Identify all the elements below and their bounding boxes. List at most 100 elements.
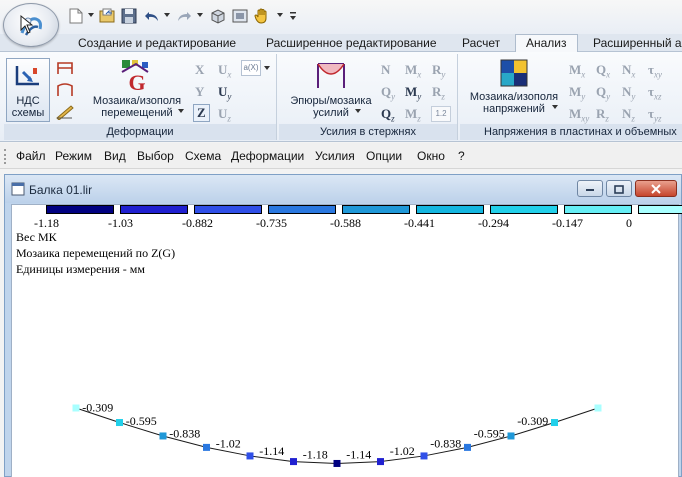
beam-node[interactable] bbox=[333, 459, 341, 467]
force-mz-button[interactable]: Mz bbox=[405, 106, 421, 124]
stress-txy-button[interactable]: τxy bbox=[648, 62, 662, 80]
open-file-icon[interactable] bbox=[98, 7, 116, 25]
menu-mode[interactable]: Режим bbox=[55, 149, 92, 163]
ruler-pencil-icon[interactable] bbox=[56, 104, 74, 123]
undo-icon[interactable] bbox=[143, 7, 161, 25]
deformed-beam: -0.309 -0.595 -0.838 -1.02 -1.14 -1.18 -1.14 -1… bbox=[72, 400, 602, 467]
force-epure-label-line1: Эпюры/мозаика bbox=[290, 95, 372, 107]
stress-my-button[interactable]: My bbox=[569, 84, 585, 102]
tab-calculation[interactable]: Расчет bbox=[462, 35, 500, 52]
tab-analysis[interactable]: Анализ bbox=[515, 34, 578, 53]
rotation-uz-button[interactable]: Uz bbox=[218, 106, 231, 124]
menu-scheme[interactable]: Схема bbox=[185, 149, 221, 163]
svg-text:G: G bbox=[128, 70, 145, 92]
stress-qx-button[interactable]: Qx bbox=[596, 62, 610, 80]
close-button[interactable] bbox=[635, 180, 677, 197]
stress-mosaic-label-line1: Мозаика/изополя bbox=[469, 91, 559, 103]
stress-txz-button[interactable]: τxz bbox=[648, 84, 662, 102]
tab-advanced-edit[interactable]: Расширенное редактирование bbox=[266, 35, 437, 52]
stress-mosaic-label-line2: напряжений bbox=[483, 103, 545, 115]
tab-advanced-analysis[interactable]: Расширенный ана bbox=[593, 35, 682, 52]
menu-bar: Файл Режим Вид Выбор Схема Деформации Ус… bbox=[0, 143, 682, 169]
beam-node[interactable] bbox=[507, 432, 515, 440]
axis-z-button[interactable]: Z bbox=[193, 104, 210, 122]
stress-nx-button[interactable]: Nx bbox=[622, 62, 635, 80]
restore-button[interactable] bbox=[606, 180, 632, 197]
group-title-forces: Усилия в стержнях bbox=[279, 124, 457, 140]
beam-node[interactable] bbox=[464, 443, 471, 451]
force-ry-button[interactable]: Ry bbox=[432, 62, 445, 80]
force-n-button[interactable]: N bbox=[381, 62, 390, 78]
element-value-label: -0.595 bbox=[126, 414, 157, 428]
axis-y-button[interactable]: Y bbox=[195, 84, 204, 100]
toolbar-grip[interactable] bbox=[4, 149, 7, 164]
beam-node[interactable] bbox=[72, 404, 80, 412]
beam-node[interactable] bbox=[377, 458, 384, 466]
force-qz-button[interactable]: Qz bbox=[381, 106, 395, 124]
beam-node[interactable] bbox=[159, 432, 167, 440]
element-value-label: -1.14 bbox=[346, 448, 371, 462]
beam-node[interactable] bbox=[594, 404, 602, 412]
beam-node[interactable] bbox=[246, 452, 254, 460]
element-value-label: -0.309 bbox=[517, 414, 548, 428]
quick-access-toolbar bbox=[0, 0, 682, 47]
menu-selection[interactable]: Выбор bbox=[137, 149, 174, 163]
stress-rz-button[interactable]: Rz bbox=[596, 106, 609, 124]
tab-create-edit[interactable]: Создание и редактирование bbox=[78, 35, 236, 52]
ndc-label-line2: схемы bbox=[11, 107, 45, 119]
force-mx-button[interactable]: Mx bbox=[405, 62, 421, 80]
group-forces: Эпюры/мозаика усилий N Mx Ry Qy My Rz Qz… bbox=[279, 54, 458, 140]
frame-icon-2[interactable] bbox=[56, 82, 74, 101]
restore-icon bbox=[614, 184, 624, 194]
menu-view[interactable]: Вид bbox=[104, 149, 126, 163]
hand-icon[interactable] bbox=[253, 7, 271, 25]
stress-qy-button[interactable]: Qy bbox=[596, 84, 610, 102]
axis-x-button[interactable]: X bbox=[195, 62, 204, 78]
group-title-deformations: Деформации bbox=[4, 124, 276, 140]
angle-x-button[interactable]: a(X) bbox=[241, 60, 261, 76]
beam-node[interactable] bbox=[203, 443, 210, 451]
frame-icon-1[interactable] bbox=[56, 60, 74, 79]
stress-mosaic-button[interactable]: Мозаика/изополя напряжений bbox=[464, 58, 564, 115]
mosaic-label-line1: Мозаика/изополя bbox=[92, 95, 182, 107]
menu-help[interactable]: ? bbox=[458, 149, 465, 163]
element-value-label: -1.02 bbox=[390, 444, 415, 458]
force-epure-icon bbox=[317, 63, 345, 88]
ndc-scheme-button[interactable]: НДС схемы bbox=[6, 58, 50, 122]
menu-forces[interactable]: Усилия bbox=[315, 149, 355, 163]
redo-icon[interactable] bbox=[175, 7, 193, 25]
document-window: Балка 01.lir -1.18 -1.03 -0.882 -0.735 -0.58… bbox=[4, 174, 682, 477]
stress-tyz-button[interactable]: τyz bbox=[648, 106, 662, 124]
rotation-ux-button[interactable]: Ux bbox=[218, 62, 231, 80]
menu-window[interactable]: Окно bbox=[417, 149, 445, 163]
menu-deformations[interactable]: Деформации bbox=[231, 149, 304, 163]
view-icon[interactable] bbox=[231, 7, 249, 25]
beam-node[interactable] bbox=[551, 419, 558, 427]
force-rz-button[interactable]: Rz bbox=[432, 84, 445, 102]
beam-node[interactable] bbox=[420, 452, 428, 460]
stress-nz-button[interactable]: Nz bbox=[622, 106, 635, 124]
document-title-bar[interactable]: Балка 01.lir bbox=[5, 175, 681, 203]
new-file-icon[interactable] bbox=[67, 7, 85, 25]
menu-options[interactable]: Опции bbox=[366, 149, 402, 163]
force-scale-button[interactable]: 1.2 bbox=[431, 106, 451, 122]
stress-mx-button[interactable]: Mx bbox=[569, 62, 585, 80]
stress-mxy-button[interactable]: Mxy bbox=[569, 106, 589, 124]
rotation-uy-button[interactable]: Uy bbox=[218, 84, 231, 102]
customize-icon[interactable] bbox=[284, 7, 302, 25]
application-menu-button[interactable] bbox=[3, 3, 59, 47]
stress-ny-button[interactable]: Ny bbox=[622, 84, 635, 102]
force-my-button[interactable]: My bbox=[405, 84, 421, 102]
force-qy-button[interactable]: Qy bbox=[381, 84, 395, 102]
view-3d-icon[interactable] bbox=[209, 7, 227, 25]
group-stresses: Мозаика/изополя напряжений Mx Qx Nx τxy … bbox=[460, 54, 682, 140]
save-icon[interactable] bbox=[120, 7, 138, 25]
element-value-label: -0.838 bbox=[169, 427, 200, 441]
minimize-button[interactable] bbox=[577, 180, 603, 197]
displacement-mosaic-button[interactable]: G Мозаика/изополя перемещений bbox=[86, 58, 188, 119]
beam-node[interactable] bbox=[290, 458, 297, 466]
menu-file[interactable]: Файл bbox=[16, 149, 46, 163]
model-canvas[interactable]: -1.18 -1.03 -0.882 -0.735 -0.588 -0.441 -0.294… bbox=[11, 204, 682, 477]
force-epure-button[interactable]: Эпюры/мозаика усилий bbox=[283, 58, 379, 119]
beam-node[interactable] bbox=[116, 419, 123, 427]
